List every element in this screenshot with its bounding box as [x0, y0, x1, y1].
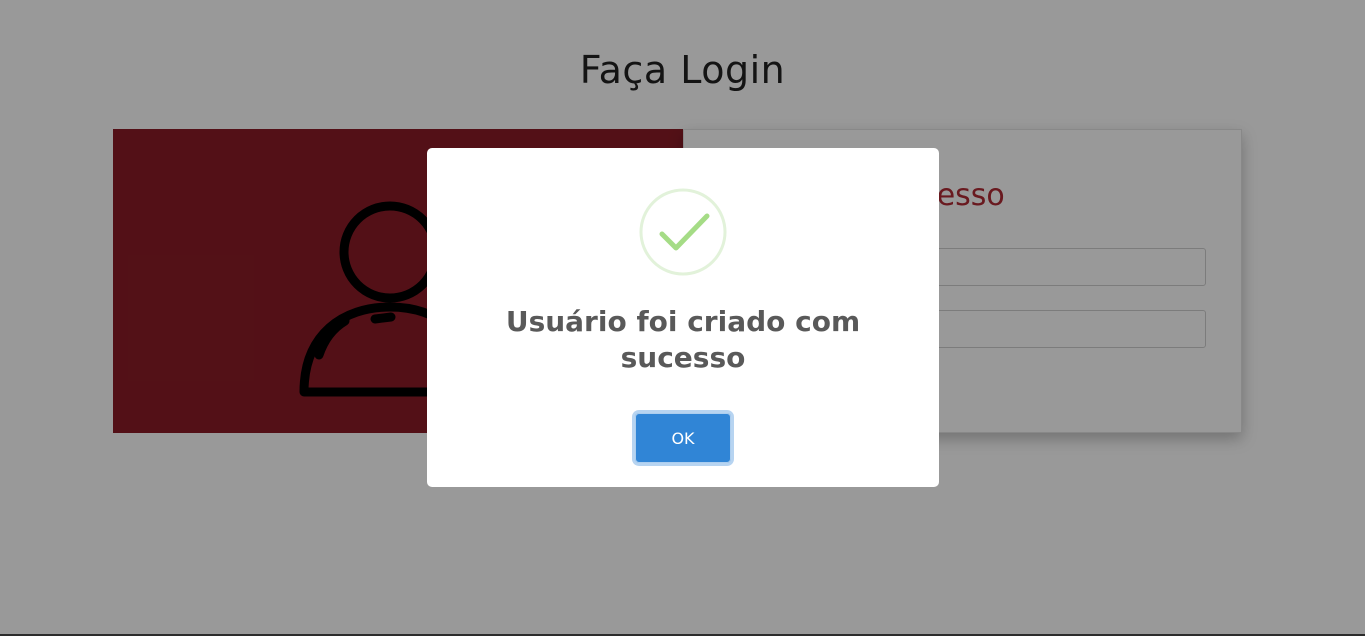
success-dialog: Usuário foi criado com sucesso OK: [427, 148, 939, 487]
dialog-message: Usuário foi criado com sucesso: [505, 305, 861, 374]
success-check-icon: [639, 188, 727, 276]
ok-button[interactable]: OK: [635, 413, 731, 463]
